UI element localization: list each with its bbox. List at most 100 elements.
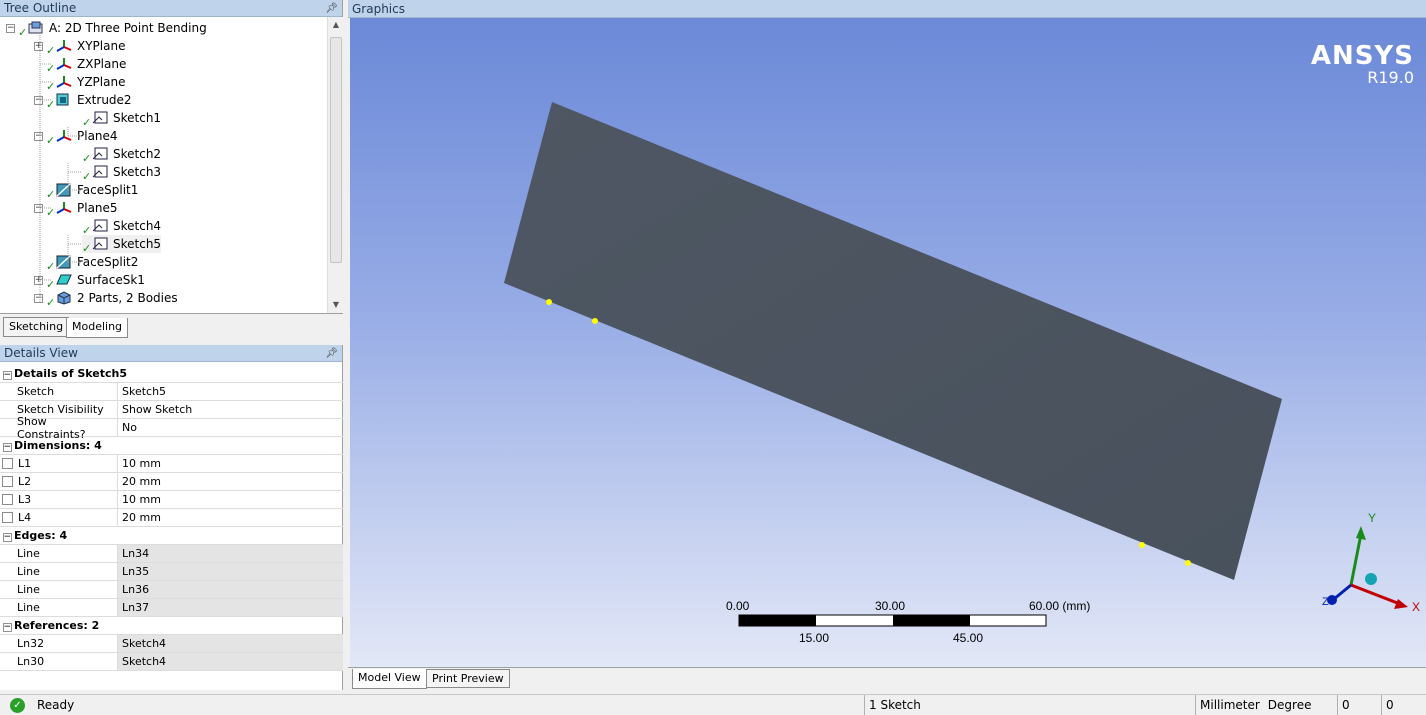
graphics-header: Graphics	[348, 0, 1426, 18]
sketch-point[interactable]	[1139, 542, 1145, 548]
property-name: L3	[18, 493, 32, 506]
property-name: Ln30	[0, 653, 118, 670]
group-title: Edges: 4	[14, 529, 68, 542]
details-view-header: Details View 📌︎	[0, 345, 342, 362]
details-view-panel: Details View 📌︎ − Details of Sketch5 Ske…	[0, 345, 343, 690]
property-value[interactable]: No	[118, 419, 343, 436]
triad-x-label: X	[1412, 600, 1420, 614]
logo-version: R19.0	[1367, 68, 1414, 87]
status-text: Ready	[37, 698, 75, 712]
scrollbar-thumb[interactable]	[330, 37, 342, 263]
group-title: Details of Sketch5	[14, 367, 128, 380]
details-row[interactable]: Line Ln35	[0, 563, 343, 581]
details-row[interactable]: L4 20 mm	[0, 509, 343, 527]
scroll-up-icon[interactable]: ▲	[328, 17, 344, 33]
property-name: L2	[18, 475, 32, 488]
tree-connectors	[39, 33, 82, 303]
logo-brand: ANSYS	[1310, 41, 1414, 71]
scale-label-30: 30.00	[875, 599, 905, 613]
property-value: Sketch4	[118, 635, 343, 652]
details-row[interactable]: Sketch Sketch5	[0, 383, 343, 401]
property-value: Ln35	[118, 563, 343, 580]
tab-model-view[interactable]: Model View	[352, 669, 427, 689]
parameter-checkbox[interactable]	[2, 476, 13, 487]
sketch-point[interactable]	[592, 318, 598, 324]
axis-triad[interactable]: Y X Z	[1322, 511, 1420, 614]
ready-check-icon: ✓	[10, 697, 25, 713]
length-unit: Millimeter	[1200, 698, 1260, 712]
parameter-checkbox[interactable]	[2, 494, 13, 505]
property-name-cell: L2	[0, 473, 118, 490]
status-ready-cell: ✓ Ready	[0, 695, 864, 715]
collapse-icon[interactable]: −	[0, 529, 14, 542]
property-name: Sketch	[0, 383, 118, 400]
tab-sketching[interactable]: Sketching	[3, 317, 70, 337]
scale-label-45: 45.00	[953, 631, 983, 645]
pin-icon[interactable]: 📌︎	[325, 3, 338, 14]
property-name: Ln32	[0, 635, 118, 652]
property-value: Sketch4	[118, 653, 343, 670]
property-value[interactable]: 20 mm	[118, 509, 343, 526]
parameter-checkbox[interactable]	[2, 512, 13, 523]
details-row[interactable]: Ln30 Sketch4	[0, 653, 343, 671]
details-row[interactable]: Ln32 Sketch4	[0, 635, 343, 653]
property-name: Show Constraints?	[0, 415, 118, 441]
details-group-header[interactable]: − Dimensions: 4	[0, 437, 343, 455]
tree-outline-header: Tree Outline 📌︎	[0, 0, 342, 17]
property-value: Ln37	[118, 599, 343, 616]
property-name: Line	[0, 563, 118, 580]
sketch-point[interactable]	[546, 299, 552, 305]
details-row[interactable]: Line Ln36	[0, 581, 343, 599]
graphics-viewport[interactable]: 0.00 30.00 60.00 (mm) 15.00 45.00 Y X Z	[350, 18, 1426, 668]
body-face[interactable]	[504, 102, 1282, 580]
collapse-icon[interactable]: −	[0, 367, 14, 380]
details-row[interactable]: L3 10 mm	[0, 491, 343, 509]
status-units: Millimeter Degree	[1195, 695, 1337, 715]
property-name: Line	[0, 545, 118, 562]
graphics-panel: Graphics 0.00 30.00 60.00 (mm) 15.00 45.…	[348, 0, 1426, 690]
pin-icon[interactable]: 📌︎	[325, 348, 338, 359]
scroll-down-icon[interactable]: ▼	[328, 297, 344, 313]
details-group-header[interactable]: − Details of Sketch5	[0, 365, 343, 383]
scale-label-60: 60.00 (mm)	[1029, 599, 1090, 613]
status-field-2: 0	[1381, 695, 1426, 715]
group-title: Dimensions: 4	[14, 439, 102, 452]
property-value[interactable]: 10 mm	[118, 455, 343, 472]
angle-unit: Degree	[1267, 698, 1312, 712]
triad-y-label: Y	[1368, 511, 1376, 525]
tree-tab-strip: Sketching Modeling	[0, 313, 343, 340]
property-value[interactable]: 10 mm	[118, 491, 343, 508]
details-group-header[interactable]: − References: 2	[0, 617, 343, 635]
property-value[interactable]: Show Sketch	[118, 401, 343, 418]
details-row[interactable]: Line Ln37	[0, 599, 343, 617]
collapse-icon[interactable]: −	[0, 619, 14, 632]
details-group-header[interactable]: − Edges: 4	[0, 527, 343, 545]
details-row[interactable]: L1 10 mm	[0, 455, 343, 473]
ansys-logo: ANSYS R19.0	[1311, 42, 1414, 86]
triad-z-label: Z	[1322, 596, 1329, 608]
status-selection: 1 Sketch	[864, 695, 1195, 715]
parameter-checkbox[interactable]	[2, 458, 13, 469]
details-row[interactable]: Show Constraints? No	[0, 415, 343, 441]
scale-label-0: 0.00	[726, 599, 750, 613]
tree-scrollbar[interactable]: ▲ ▼	[327, 17, 343, 313]
tree-outline-panel: Tree Outline 📌︎ − ✓ A: 2D Three Point Be…	[0, 0, 343, 340]
status-field-1: 0	[1337, 695, 1381, 715]
collapse-icon[interactable]: −	[0, 439, 14, 452]
property-name: Line	[0, 581, 118, 598]
property-name-cell: L1	[0, 455, 118, 472]
tab-modeling[interactable]: Modeling	[66, 318, 129, 338]
scale-bar: 0.00 30.00 60.00 (mm) 15.00 45.00	[726, 599, 1090, 645]
details-row[interactable]: L2 20 mm	[0, 473, 343, 491]
property-name-cell: L3	[0, 491, 118, 508]
tree-view: − ✓ A: 2D Three Point Bending + ✓ XYPlan…	[0, 17, 327, 313]
property-value[interactable]: 20 mm	[118, 473, 343, 490]
sketch-point[interactable]	[1185, 560, 1191, 566]
property-name: L4	[18, 511, 32, 524]
property-name: Line	[0, 599, 118, 616]
property-value: Sketch5	[122, 385, 167, 398]
model-canvas[interactable]: 0.00 30.00 60.00 (mm) 15.00 45.00 Y X Z	[350, 18, 1426, 668]
details-row[interactable]: Line Ln34	[0, 545, 343, 563]
graphics-tab-strip: Model View Print Preview	[348, 667, 1426, 690]
tab-print-preview[interactable]: Print Preview	[426, 669, 510, 688]
